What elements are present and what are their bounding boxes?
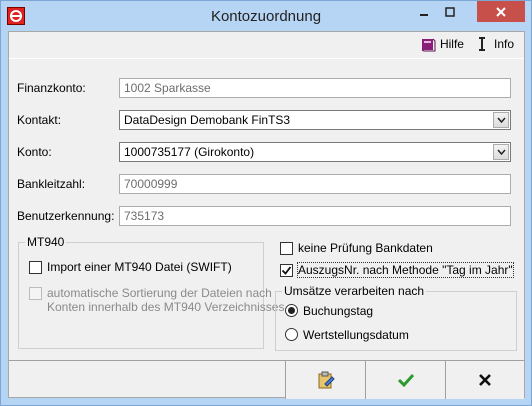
mt940-import-box[interactable] <box>29 261 42 274</box>
dialog-body: Hilfe Info Finanzkonto: 1002 Sparkasse K… <box>8 31 525 399</box>
cross-icon <box>479 374 491 386</box>
mt940-sort-label-line2: Konten innerhalb des MT940 Verzeichnisse… <box>47 300 285 314</box>
maximize-button[interactable] <box>437 1 463 22</box>
close-icon <box>496 6 506 17</box>
chevron-down-icon[interactable] <box>493 144 509 160</box>
buchungstag-label: Buchungstag <box>303 304 374 318</box>
button-bar <box>9 360 524 399</box>
minimize-button[interactable] <box>411 1 437 22</box>
info-menu-item[interactable]: Info <box>474 36 514 52</box>
cancel-button[interactable] <box>445 361 524 399</box>
edit-clipboard-icon <box>318 371 335 389</box>
mt940-import-checkbox[interactable]: Import einer MT940 Datei (SWIFT) <box>29 260 232 274</box>
help-book-icon <box>420 36 436 52</box>
kontakt-label: Kontakt: <box>17 113 62 127</box>
checkmark-icon <box>281 266 292 275</box>
benutzerkennung-field[interactable]: 735173 <box>119 206 511 226</box>
keine-pruefung-checkbox[interactable]: keine Prüfung Bankdaten <box>280 241 433 255</box>
buchungstag-radio[interactable]: Buchungstag <box>285 304 373 318</box>
dialog-window: Kontozuordnung Hilfe Info Finanzkonto: 1… <box>0 0 532 406</box>
auszugs-label: AuszugsNr. nach Methode "Tag im Jahr" <box>297 262 514 278</box>
keine-pruefung-label: keine Prüfung Bankdaten <box>298 241 433 255</box>
wertstellungsdatum-radio[interactable]: Wertstellungsdatum <box>285 328 409 342</box>
finanzkonto-row: Finanzkonto: 1002 Sparkasse <box>17 78 511 98</box>
check-icon <box>397 373 414 388</box>
kontakt-select[interactable]: DataDesign Demobank FinTS3 <box>119 110 511 130</box>
menu-bar: Hilfe Info <box>420 36 514 52</box>
konto-row: Konto: 1000735177 (Girokonto) <box>17 142 511 162</box>
kontakt-value: DataDesign Demobank FinTS3 <box>124 113 291 127</box>
mt940-import-label: Import einer MT940 Datei (SWIFT) <box>47 260 232 274</box>
info-icon <box>474 36 490 52</box>
close-window-button[interactable] <box>477 1 525 22</box>
wertstellungsdatum-label: Wertstellungsdatum <box>303 328 409 342</box>
buchungstag-radio-circle[interactable] <box>285 304 298 317</box>
bankleitzahl-row: Bankleitzahl: 70000999 <box>17 174 511 194</box>
menu-separator <box>9 58 524 59</box>
konto-select[interactable]: 1000735177 (Girokonto) <box>119 142 511 162</box>
konto-label: Konto: <box>17 145 52 159</box>
chevron-down-icon[interactable] <box>493 112 509 128</box>
finanzkonto-field[interactable]: 1002 Sparkasse <box>119 78 511 98</box>
help-menu-item[interactable]: Hilfe <box>420 36 464 52</box>
edit-button[interactable] <box>285 361 365 399</box>
mt940-sort-box[interactable] <box>29 287 42 300</box>
mt940-group-title: MT940 <box>27 235 65 249</box>
mt940-sort-label-line1: automatische Sortierung der Dateien nach <box>47 286 272 300</box>
bankleitzahl-label: Bankleitzahl: <box>17 177 86 191</box>
keine-pruefung-box[interactable] <box>280 242 293 255</box>
info-label: Info <box>493 37 514 51</box>
wertstellungsdatum-radio-circle[interactable] <box>285 328 298 341</box>
minimize-icon <box>420 13 428 16</box>
mt940-sort-label: automatische Sortierung der Dateien nach… <box>47 286 284 314</box>
umsaetze-group-title: Umsätze verarbeiten nach <box>284 284 425 298</box>
help-label: Hilfe <box>439 37 464 51</box>
maximize-icon <box>445 6 455 17</box>
title-bar: Kontozuordnung <box>1 1 531 31</box>
ok-button[interactable] <box>365 361 445 399</box>
auszugs-checkbox[interactable]: AuszugsNr. nach Methode "Tag im Jahr" <box>280 262 514 278</box>
auszugs-box[interactable] <box>280 264 293 277</box>
mt940-sort-checkbox[interactable]: automatische Sortierung der Dateien nach… <box>29 286 284 314</box>
kontakt-row: Kontakt: DataDesign Demobank FinTS3 <box>17 110 511 130</box>
konto-value: 1000735177 (Girokonto) <box>124 145 255 159</box>
finanzkonto-label: Finanzkonto: <box>17 81 86 95</box>
benutzerkennung-label: Benutzerkennung: <box>17 209 115 223</box>
benutzerkennung-row: Benutzerkennung: 735173 <box>17 206 511 226</box>
bankleitzahl-field[interactable]: 70000999 <box>119 174 511 194</box>
